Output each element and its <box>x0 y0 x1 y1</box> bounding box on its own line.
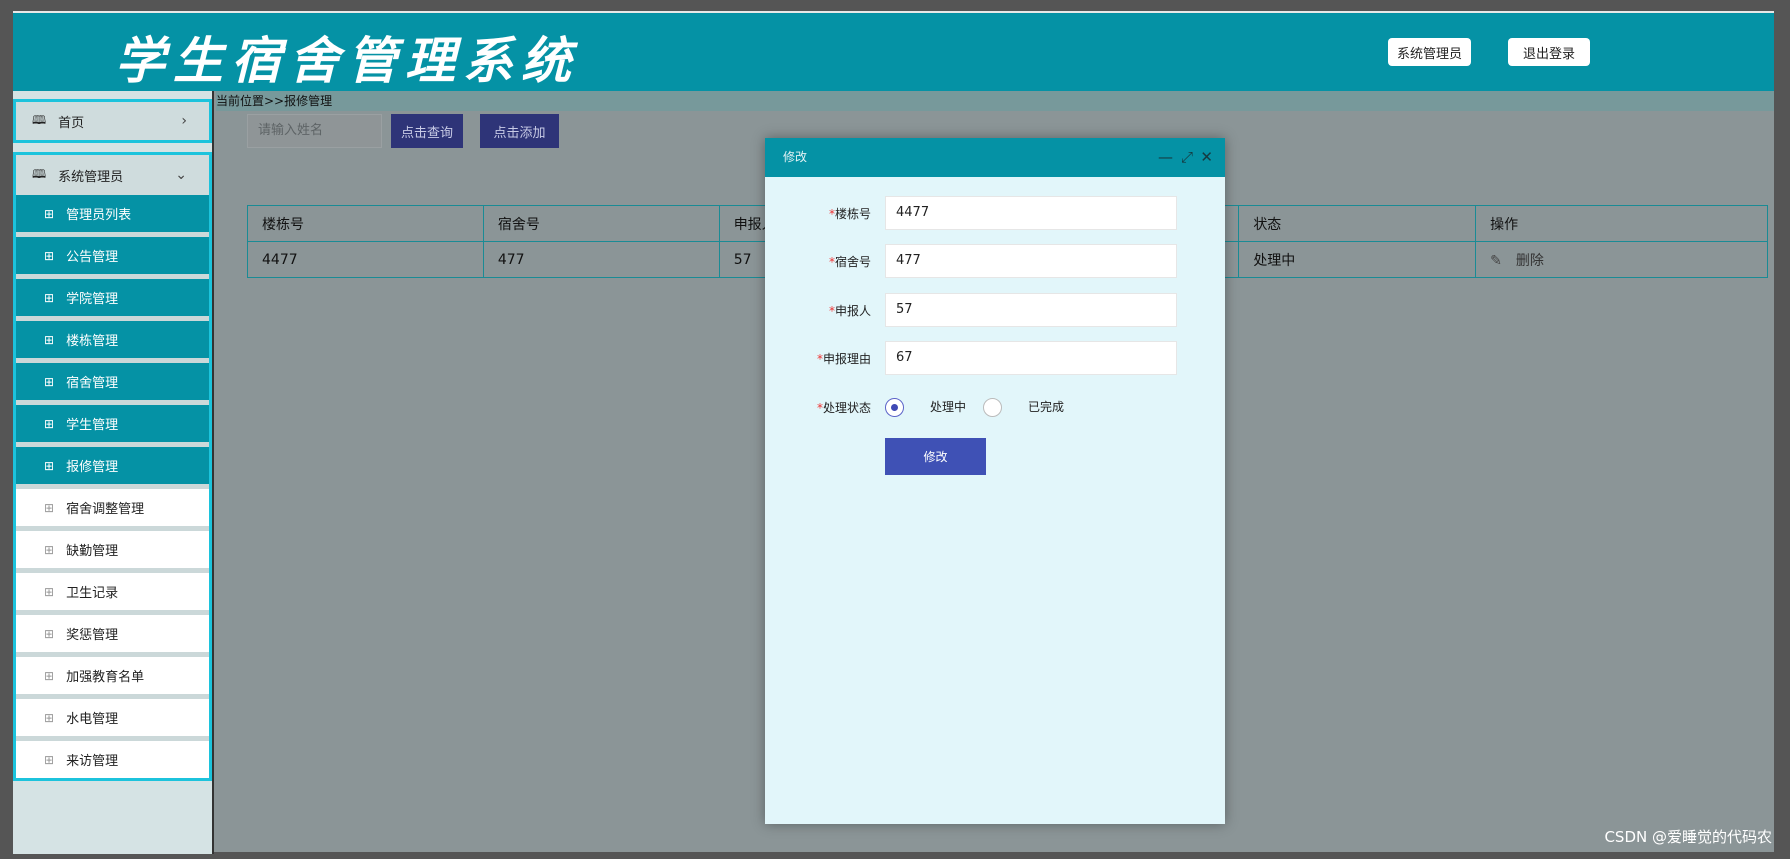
sidebar-item[interactable]: ⊞ 宿舍调整管理 <box>16 489 209 526</box>
sidebar-item[interactable]: ⊞ 来访管理 <box>16 741 209 778</box>
book-icon: 🕮 <box>32 166 47 181</box>
field-label: 处理状态 <box>822 401 871 415</box>
modal-title: 修改 <box>783 150 808 164</box>
field-building: *楼栋号 4477 <box>765 196 1225 230</box>
sidebar-item-label: 缺勤管理 <box>66 544 119 559</box>
query-button[interactable]: 点击查询 <box>391 114 463 148</box>
close-icon[interactable]: ✕ <box>1200 138 1213 177</box>
sidebar-group-admin: 🕮 系统管理员 ⌄ ⊞ 管理员列表 ⊞ 公告管理 ⊞ 学院管理 ⊞ 楼栋管理 ⊞ 宿舍管理 ⊞ 学生管理 ⊞… <box>13 152 212 781</box>
edit-icon[interactable]: ✎ <box>1490 253 1502 269</box>
sidebar-item-label: 学生管理 <box>66 418 119 433</box>
field-reporter: *申报人 57 <box>765 293 1225 327</box>
sidebar-item[interactable]: ⊞ 楼栋管理 <box>16 321 209 358</box>
radio-label: 已完成 <box>1028 400 1065 414</box>
sidebar-submenu: ⊞ 管理员列表 ⊞ 公告管理 ⊞ 学院管理 ⊞ 楼栋管理 ⊞ 宿舍管理 ⊞ 学生管理 ⊞ 报修管理 ⊞ 宿舍调… <box>16 195 209 778</box>
reporter-input[interactable]: 57 <box>885 293 1177 327</box>
maximize-icon[interactable]: ⤢ <box>1181 138 1193 177</box>
grid-icon: ⊞ <box>44 584 55 599</box>
sidebar-group-label: 系统管理员 <box>58 169 124 185</box>
sidebar-item-label: 宿舍调整管理 <box>66 502 145 517</box>
sidebar-item-label: 来访管理 <box>66 754 119 769</box>
grid-icon: ⊞ <box>44 668 55 683</box>
chevron-down-icon: ⌄ <box>175 167 187 183</box>
book-icon: 🕮 <box>32 112 47 127</box>
grid-icon: ⊞ <box>44 542 55 557</box>
sidebar-item-label: 公告管理 <box>66 250 119 265</box>
grid-icon: ⊞ <box>44 374 55 389</box>
sidebar-item[interactable]: ⊞ 报修管理 <box>16 447 209 484</box>
search-input[interactable]: 请输入姓名 <box>247 114 382 148</box>
sidebar-item-label: 奖惩管理 <box>66 628 119 643</box>
grid-icon: ⊞ <box>44 206 55 221</box>
grid-icon: ⊞ <box>44 626 55 641</box>
grid-icon: ⊞ <box>44 248 55 263</box>
building-input[interactable]: 4477 <box>885 196 1177 230</box>
radio-label: 处理中 <box>930 400 967 414</box>
sidebar-item[interactable]: ⊞ 缺勤管理 <box>16 531 209 568</box>
sidebar-item-label: 管理员列表 <box>66 208 132 223</box>
field-dorm: *宿舍号 477 <box>765 244 1225 278</box>
modal-header: 修改 — ⤢ ✕ <box>765 138 1225 177</box>
sidebar-item[interactable]: ⊞ 宿舍管理 <box>16 363 209 400</box>
cell-dorm: 477 <box>482 241 720 278</box>
radio-processing[interactable] <box>885 398 904 417</box>
sidebar-item-label: 报修管理 <box>66 460 119 475</box>
app-title: 学生宿舍管理系统 <box>115 31 579 90</box>
sidebar-item-label: 楼栋管理 <box>66 334 119 349</box>
sidebar-item-label: 加强教育名单 <box>66 670 145 685</box>
field-status: *处理状态 处理中 已完成 <box>816 398 1065 417</box>
cell-building: 4477 <box>247 241 484 278</box>
submit-button[interactable]: 修改 <box>885 438 986 475</box>
sidebar-item[interactable]: ⊞ 奖惩管理 <box>16 615 209 652</box>
sidebar-item[interactable]: ⊞ 卫生记录 <box>16 573 209 610</box>
sidebar-item[interactable]: ⊞ 公告管理 <box>16 237 209 274</box>
edit-modal: 修改 — ⤢ ✕ *楼栋号 4477 *宿舍号 477 *申报人 57 *申报理由 67… <box>765 138 1225 824</box>
header-actions: 操作 <box>1475 205 1768 242</box>
header-dorm: 宿舍号 <box>482 205 720 242</box>
logout-button[interactable]: 退出登录 <box>1508 38 1590 66</box>
grid-icon: ⊞ <box>44 710 55 725</box>
delete-link[interactable]: 删除 <box>1516 253 1544 269</box>
field-label: 宿舍号 <box>834 255 871 269</box>
header: 学生宿舍管理系统 系统管理员 退出登录 <box>13 13 1774 91</box>
sidebar-item-label: 学院管理 <box>66 292 119 307</box>
breadcrumb: 当前位置>>报修管理 <box>216 91 1774 111</box>
sidebar-item-label: 卫生记录 <box>66 586 119 601</box>
grid-icon: ⊞ <box>44 290 55 305</box>
minimize-icon[interactable]: — <box>1158 138 1173 177</box>
user-button[interactable]: 系统管理员 <box>1388 38 1471 66</box>
sidebar-item-label: 首页 <box>58 115 85 131</box>
grid-icon: ⊞ <box>44 332 55 347</box>
sidebar: 🕮 首页 › 🕮 系统管理员 ⌄ ⊞ 管理员列表 ⊞ 公告管理 ⊞ 学院管理 ⊞ 楼栋管理 ⊞ 宿舍管理 ⊞… <box>13 91 214 854</box>
reason-input[interactable]: 67 <box>885 341 1177 375</box>
field-reason: *申报理由 67 <box>765 341 1225 375</box>
sidebar-item-home[interactable]: 🕮 首页 › <box>13 99 212 143</box>
cell-actions: ✎ 删除 <box>1475 241 1768 278</box>
dorm-input[interactable]: 477 <box>885 244 1177 278</box>
grid-icon: ⊞ <box>44 500 55 515</box>
watermark: CSDN @爱睡觉的代码农 <box>1604 828 1772 846</box>
field-label: 申报理由 <box>822 352 871 366</box>
sidebar-item-label: 水电管理 <box>66 712 119 727</box>
cell-status: 处理中 <box>1238 241 1477 278</box>
grid-icon: ⊞ <box>44 458 55 473</box>
sidebar-item[interactable]: ⊞ 学院管理 <box>16 279 209 316</box>
chevron-right-icon: › <box>181 113 187 129</box>
radio-completed[interactable] <box>983 398 1002 417</box>
field-label: 申报人 <box>834 304 871 318</box>
sidebar-item-label: 宿舍管理 <box>66 376 119 391</box>
sidebar-item[interactable]: ⊞ 管理员列表 <box>16 195 209 232</box>
sidebar-item[interactable]: ⊞ 水电管理 <box>16 699 209 736</box>
header-status: 状态 <box>1238 205 1477 242</box>
add-button[interactable]: 点击添加 <box>480 114 559 148</box>
field-label: 楼栋号 <box>834 207 871 221</box>
grid-icon: ⊞ <box>44 416 55 431</box>
sidebar-item[interactable]: ⊞ 学生管理 <box>16 405 209 442</box>
sidebar-group-header[interactable]: 🕮 系统管理员 ⌄ <box>16 155 209 195</box>
sidebar-item[interactable]: ⊞ 加强教育名单 <box>16 657 209 694</box>
grid-icon: ⊞ <box>44 752 55 767</box>
header-building: 楼栋号 <box>247 205 484 242</box>
